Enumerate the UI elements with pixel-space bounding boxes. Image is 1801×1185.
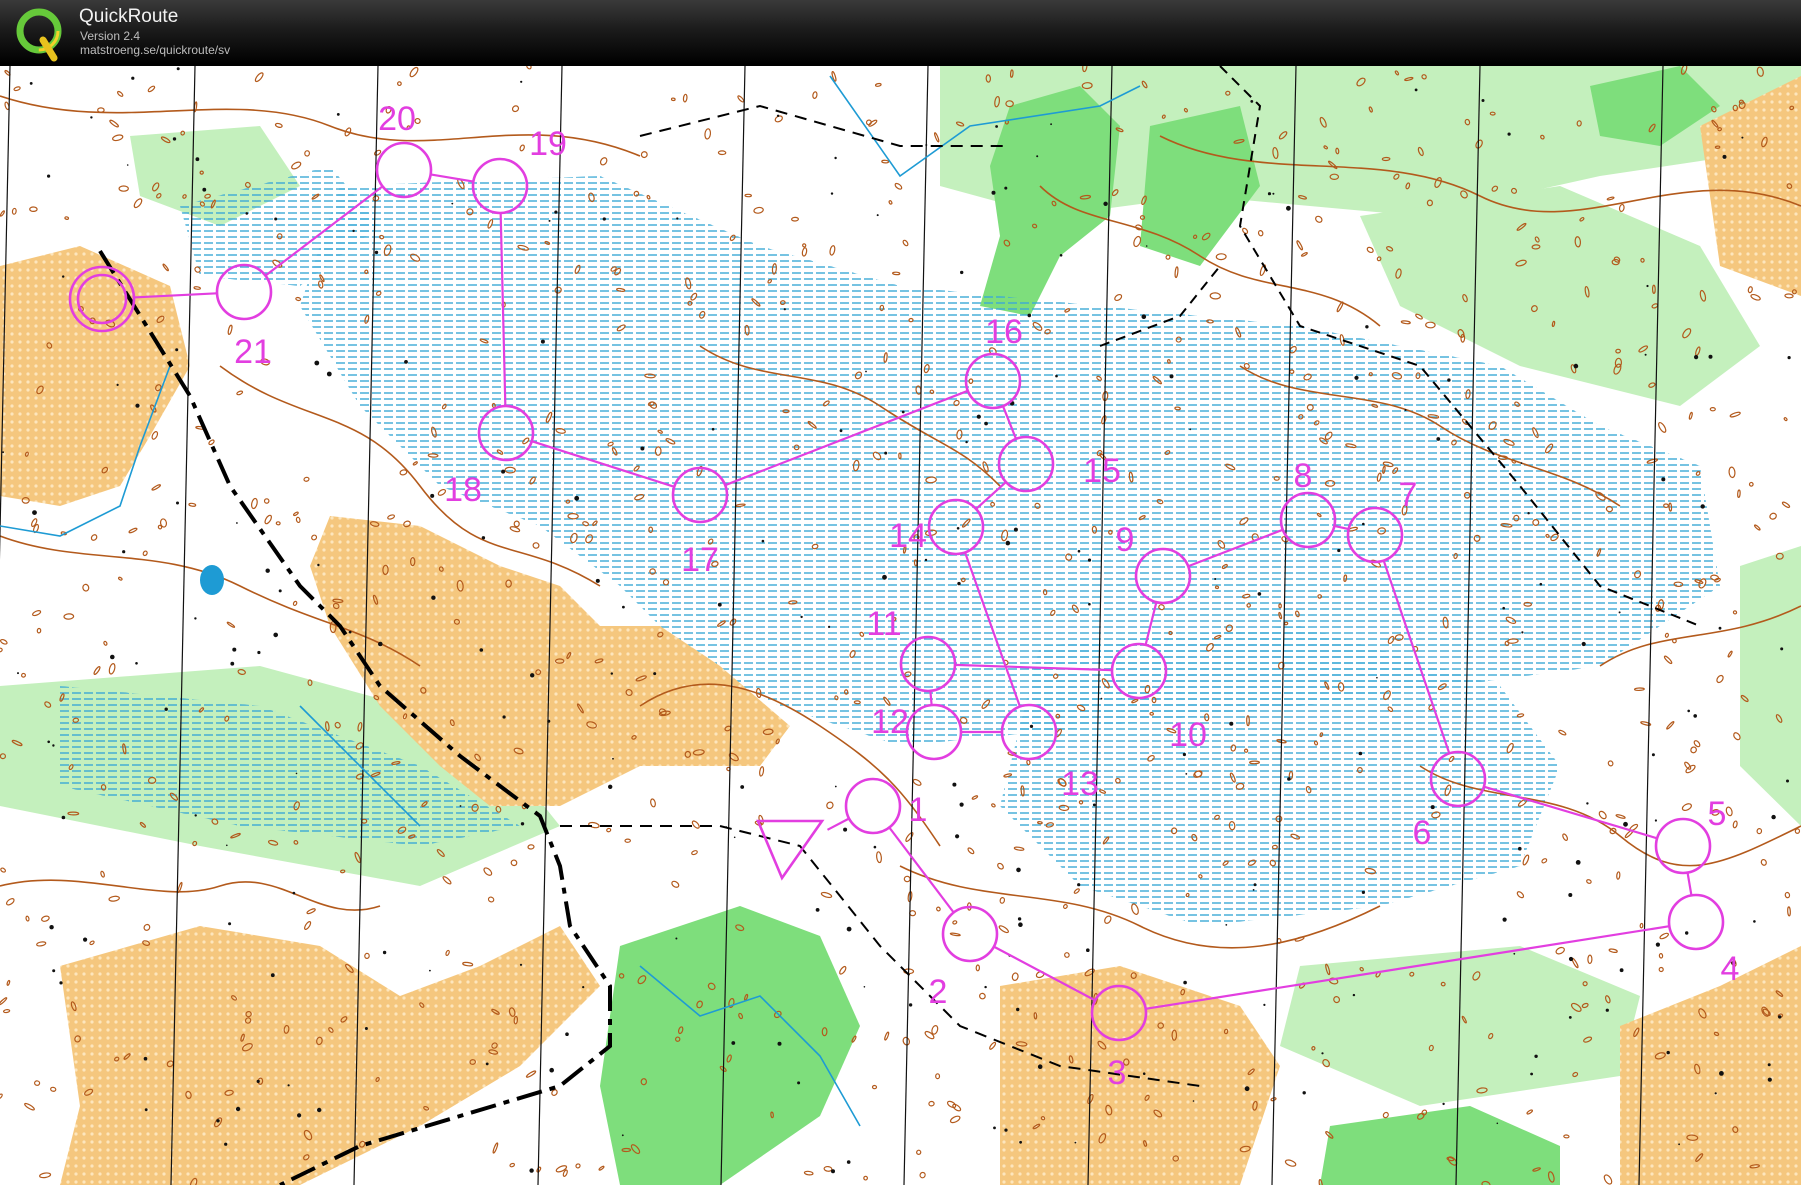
control-label-7: 7 — [1399, 476, 1418, 514]
control-label-3: 3 — [1108, 1054, 1127, 1092]
control-label-5: 5 — [1708, 795, 1727, 833]
control-label-12: 12 — [871, 703, 909, 741]
control-label-1: 1 — [909, 791, 928, 829]
course-leg — [929, 690, 933, 706]
pond — [200, 565, 224, 595]
control-label-11: 11 — [866, 605, 901, 643]
control-label-8: 8 — [1294, 457, 1313, 495]
control-label-10: 10 — [1169, 716, 1207, 754]
control-label-2: 2 — [929, 973, 948, 1011]
control-label-4: 4 — [1721, 950, 1740, 988]
control-label-14: 14 — [889, 517, 927, 555]
orienteering-map[interactable]: 123456789101112131415161718192021 — [0, 66, 1801, 1185]
control-label-21: 21 — [234, 333, 272, 371]
control-label-20: 20 — [378, 100, 416, 138]
app-url[interactable]: matstroeng.se/quickroute/sv — [80, 43, 230, 57]
control-label-9: 9 — [1116, 521, 1135, 559]
control-label-17: 17 — [681, 541, 719, 579]
control-label-13: 13 — [1061, 765, 1099, 803]
app-title: QuickRoute — [79, 6, 179, 27]
control-label-19: 19 — [529, 125, 567, 163]
control-label-15: 15 — [1083, 452, 1121, 490]
control-label-6: 6 — [1413, 814, 1432, 852]
app-version: Version 2.4 — [80, 29, 141, 43]
quickroute-q-logo-icon — [16, 8, 62, 62]
control-label-16: 16 — [985, 313, 1023, 351]
control-label-18: 18 — [444, 471, 482, 509]
title-bar: QuickRoute Version 2.4 matstroeng.se/qui… — [0, 0, 1801, 64]
